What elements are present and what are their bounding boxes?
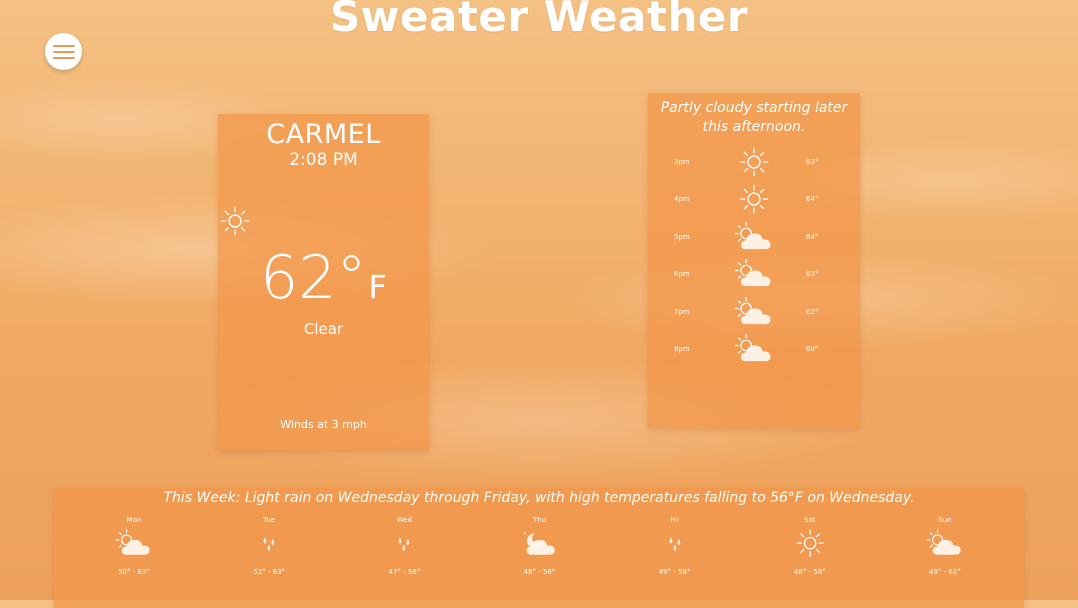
day-temperature-range: 50° - 63° (118, 568, 150, 576)
hourly-row: 7pm 62° (648, 293, 860, 331)
partly-cloudy-icon (115, 526, 153, 560)
hourly-forecast-card: Partly cloudy starting later this aftern… (648, 93, 860, 428)
partly-cloudy-icon (716, 258, 792, 290)
daily-item: Sat 48° - 58° (774, 516, 846, 576)
partly-cloudy-night-icon (520, 526, 558, 560)
daily-list: Mon 50° - 63° Tue 52° - 63° Wed 47° - 56° Thu 4… (54, 516, 1024, 576)
temperature-unit: F (368, 268, 387, 306)
sun-icon (716, 182, 792, 216)
day-name: Tue (263, 516, 276, 524)
hourly-row: 8pm 60° (648, 331, 860, 369)
rain-icon (663, 526, 687, 560)
day-name: Sat (804, 516, 816, 524)
hour-time: 6pm (674, 270, 690, 279)
hour-time: 7pm (674, 307, 690, 316)
sun-icon (218, 204, 429, 238)
partly-cloudy-icon (716, 333, 792, 365)
hour-time: 3pm (674, 157, 690, 166)
rain-icon (392, 526, 416, 560)
partly-cloudy-icon (926, 526, 964, 560)
daily-item: Tue 52° - 63° (233, 516, 305, 576)
hourly-row: 4pm 64° (648, 181, 860, 219)
partly-cloudy-icon (716, 296, 792, 328)
daily-item: Sun 49° - 62° (909, 516, 981, 576)
wind-speed: Winds at 3 mph (280, 418, 367, 431)
current-weather-card: CARMEL 2:08 PM 62° F Clear Winds at 3 mp… (218, 114, 429, 450)
rain-icon (257, 526, 281, 560)
hourly-row: 6pm 63° (648, 256, 860, 294)
day-temperature-range: 48° - 58° (523, 568, 556, 576)
day-name: Wed (396, 516, 412, 524)
menu-button[interactable] (45, 33, 82, 70)
hour-time: 5pm (674, 232, 690, 241)
day-name: Sun (938, 516, 952, 524)
daily-item: Mon 50° - 63° (98, 516, 170, 576)
hour-temperature: 64° (806, 232, 819, 241)
day-name: Thu (532, 516, 547, 524)
current-condition: Clear (303, 320, 344, 338)
day-temperature-range: 49° - 62° (929, 568, 961, 576)
app-title: Sweater Weather (329, 0, 749, 41)
menu-icon-line (52, 50, 75, 53)
menu-icon-line (52, 56, 75, 59)
weekly-summary: This Week: Light rain on Wednesday throu… (163, 490, 915, 506)
day-name: Mon (126, 516, 142, 524)
hourly-row: 5pm 64° (648, 218, 860, 256)
current-time: 2:08 PM (289, 150, 358, 170)
daily-item: Fri 49° - 58° (639, 516, 711, 576)
daily-item: Thu 48° - 58° (503, 516, 575, 576)
daily-item: Wed 47° - 56° (368, 516, 440, 576)
partly-cloudy-icon (716, 221, 792, 253)
sun-icon (794, 526, 826, 560)
hour-temperature: 63° (806, 157, 819, 166)
day-temperature-range: 48° - 58° (793, 568, 826, 576)
hourly-list: 3pm 63° 4pm 64° 5pm 64° 6pm 63° 7pm 62° 8pm 60° (648, 143, 860, 368)
city-name: CARMEL (266, 119, 381, 150)
temperature-value: 62° (260, 243, 367, 313)
hour-temperature: 60° (806, 345, 819, 354)
hour-temperature: 62° (806, 307, 819, 316)
day-name: Fri (670, 516, 679, 524)
hour-time: 4pm (674, 195, 690, 204)
hourly-row: 3pm 63° (648, 143, 860, 181)
day-temperature-range: 52° - 63° (253, 568, 286, 576)
hour-temperature: 63° (806, 270, 819, 279)
day-temperature-range: 49° - 58° (658, 568, 691, 576)
menu-icon-line (52, 44, 75, 47)
hour-time: 8pm (674, 345, 690, 354)
hour-temperature: 64° (806, 195, 819, 204)
sun-icon (716, 145, 792, 179)
hourly-summary: Partly cloudy starting later this aftern… (660, 100, 848, 135)
weekly-forecast-card: This Week: Light rain on Wednesday throu… (54, 488, 1024, 608)
day-temperature-range: 47° - 56° (388, 568, 421, 576)
current-temperature: 62° F (218, 248, 429, 308)
